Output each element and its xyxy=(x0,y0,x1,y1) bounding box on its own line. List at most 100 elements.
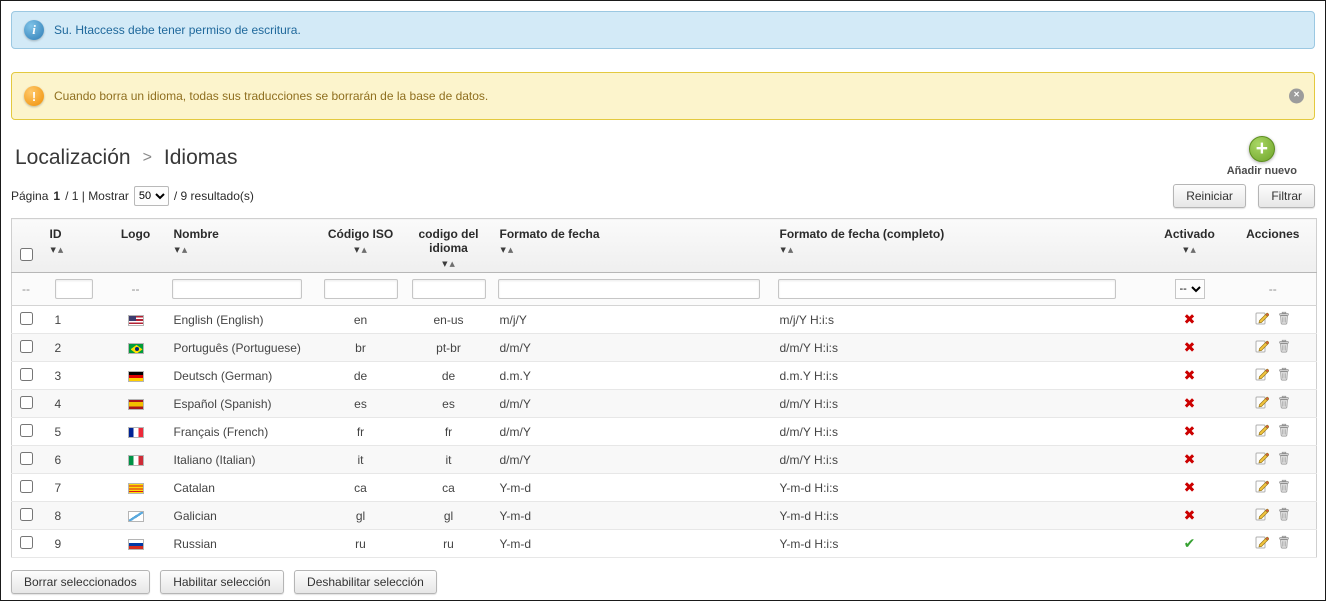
delete-icon[interactable] xyxy=(1277,451,1291,468)
sort-date-format[interactable] xyxy=(500,244,764,254)
sort-iso[interactable] xyxy=(324,244,398,254)
filter-dash: -- xyxy=(22,282,30,296)
row-checkbox[interactable] xyxy=(20,451,34,465)
edit-icon[interactable] xyxy=(1255,479,1269,496)
row-checkbox[interactable] xyxy=(20,423,34,437)
table-row: 3 Deutsch (German) de de d.m.Y d.m.Y H:i:s xyxy=(11,361,1317,390)
add-new-label: Añadir nuevo xyxy=(1226,165,1297,177)
column-header-id: ID xyxy=(49,227,62,241)
languages-table: ID Logo Nombre Código ISO codigo del idi… xyxy=(11,218,1317,558)
cell-iso-code: fr xyxy=(315,417,406,446)
delete-selected-button[interactable]: Borrar seleccionados xyxy=(11,570,150,594)
cell-iso-code: es xyxy=(315,389,406,418)
cell-language-code: pt-br xyxy=(405,333,492,362)
page-header: Localización > Idiomas Añadir nuevo xyxy=(1,120,1325,182)
filter-active-select[interactable]: -- xyxy=(1174,279,1205,299)
row-checkbox[interactable] xyxy=(20,395,34,409)
cell-iso-code: de xyxy=(315,361,406,390)
sort-date-format-full[interactable] xyxy=(780,244,1142,254)
red-cross-icon[interactable] xyxy=(1184,368,1196,384)
edit-icon[interactable] xyxy=(1255,311,1269,328)
sort-name[interactable] xyxy=(174,244,308,254)
flag-ru-icon xyxy=(127,538,144,550)
red-cross-icon[interactable] xyxy=(1184,508,1196,524)
pagination-of-label: / 1 | Mostrar xyxy=(65,189,129,203)
row-checkbox[interactable] xyxy=(20,507,34,521)
delete-icon[interactable] xyxy=(1277,507,1291,524)
column-header-actions: Acciones xyxy=(1246,227,1300,241)
sort-desc-icon xyxy=(1182,246,1189,254)
enable-selection-button[interactable]: Habilitar selección xyxy=(160,570,284,594)
cell-name: English (English) xyxy=(165,305,316,334)
bulk-actions: Borrar seleccionados Habilitar selección… xyxy=(1,558,1325,600)
filter-dash: -- xyxy=(1268,282,1277,296)
cell-language-code: es xyxy=(405,389,492,418)
cell-language-code: en-us xyxy=(405,305,492,334)
table-row: 9 Russian ru ru Y-m-d Y-m-d H:i:s xyxy=(11,529,1317,558)
green-check-icon[interactable] xyxy=(1184,536,1196,552)
pagination-current-page: 1 xyxy=(53,189,61,203)
sort-asc-icon xyxy=(361,246,368,254)
delete-icon[interactable] xyxy=(1277,423,1291,440)
delete-icon[interactable] xyxy=(1277,339,1291,356)
cell-date-format: d.m.Y xyxy=(491,361,772,390)
flag-gl-icon xyxy=(127,510,144,522)
column-header-logo: Logo xyxy=(120,227,151,241)
filter-date-format-full-input[interactable] xyxy=(777,279,1116,299)
sort-language-code[interactable] xyxy=(414,258,484,268)
add-new-button[interactable]: Añadir nuevo xyxy=(1227,136,1297,177)
edit-icon[interactable] xyxy=(1255,339,1269,356)
red-cross-icon[interactable] xyxy=(1184,312,1196,328)
filter-language-code-input[interactable] xyxy=(411,279,486,299)
delete-icon[interactable] xyxy=(1277,535,1291,552)
red-cross-icon[interactable] xyxy=(1184,424,1196,440)
filter-date-format-input[interactable] xyxy=(497,279,760,299)
sort-active[interactable] xyxy=(1158,244,1222,254)
delete-icon[interactable] xyxy=(1277,395,1291,412)
table-row: 8 Galician gl gl Y-m-d Y-m-d H:i:s xyxy=(11,501,1317,530)
column-header-iso: Código ISO xyxy=(327,227,394,241)
table-row: 6 Italiano (Italian) it it d/m/Y d/m/Y H:i:s xyxy=(11,445,1317,474)
row-checkbox[interactable] xyxy=(20,339,34,353)
red-cross-icon[interactable] xyxy=(1184,480,1196,496)
edit-icon[interactable] xyxy=(1255,395,1269,412)
delete-icon[interactable] xyxy=(1277,479,1291,496)
row-checkbox[interactable] xyxy=(20,367,34,381)
reset-button[interactable]: Reiniciar xyxy=(1173,184,1246,208)
red-cross-icon[interactable] xyxy=(1184,452,1196,468)
cell-language-code: it xyxy=(405,445,492,474)
per-page-select[interactable]: 50 xyxy=(133,186,169,206)
sort-id[interactable] xyxy=(50,244,98,254)
filter-iso-input[interactable] xyxy=(323,279,398,299)
row-checkbox[interactable] xyxy=(20,535,34,549)
cell-date-format-full: Y-m-d H:i:s xyxy=(771,529,1150,558)
edit-icon[interactable] xyxy=(1255,535,1269,552)
filter-button[interactable]: Filtrar xyxy=(1258,184,1315,208)
column-header-active: Activado xyxy=(1164,227,1215,241)
edit-icon[interactable] xyxy=(1255,507,1269,524)
info-banner: Su. Htaccess debe tener permiso de escri… xyxy=(11,11,1315,49)
cell-language-code: gl xyxy=(405,501,492,530)
red-cross-icon[interactable] xyxy=(1184,396,1196,412)
cell-date-format-full: d/m/Y H:i:s xyxy=(771,389,1150,418)
delete-icon[interactable] xyxy=(1277,311,1291,328)
filter-name-input[interactable] xyxy=(171,279,302,299)
edit-icon[interactable] xyxy=(1255,423,1269,440)
sort-desc-icon xyxy=(500,246,507,254)
select-all-checkbox[interactable] xyxy=(20,248,34,261)
red-cross-icon[interactable] xyxy=(1184,340,1196,356)
delete-icon[interactable] xyxy=(1277,367,1291,384)
breadcrumb-parent[interactable]: Localización xyxy=(15,146,131,170)
cell-name: Italiano (Italian) xyxy=(165,445,316,474)
cell-name: Français (French) xyxy=(165,417,316,446)
edit-icon[interactable] xyxy=(1255,451,1269,468)
page-title: Idiomas xyxy=(163,146,238,169)
edit-icon[interactable] xyxy=(1255,367,1269,384)
disable-selection-button[interactable]: Deshabilitar selección xyxy=(294,570,437,594)
close-icon[interactable] xyxy=(1289,88,1304,104)
filter-id-input[interactable] xyxy=(54,279,93,299)
sort-asc-icon xyxy=(57,246,64,254)
table-row: 2 Português (Portuguese) br pt-br d/m/Y d/m/Y… xyxy=(11,333,1317,362)
row-checkbox[interactable] xyxy=(20,479,34,493)
row-checkbox[interactable] xyxy=(20,311,34,325)
